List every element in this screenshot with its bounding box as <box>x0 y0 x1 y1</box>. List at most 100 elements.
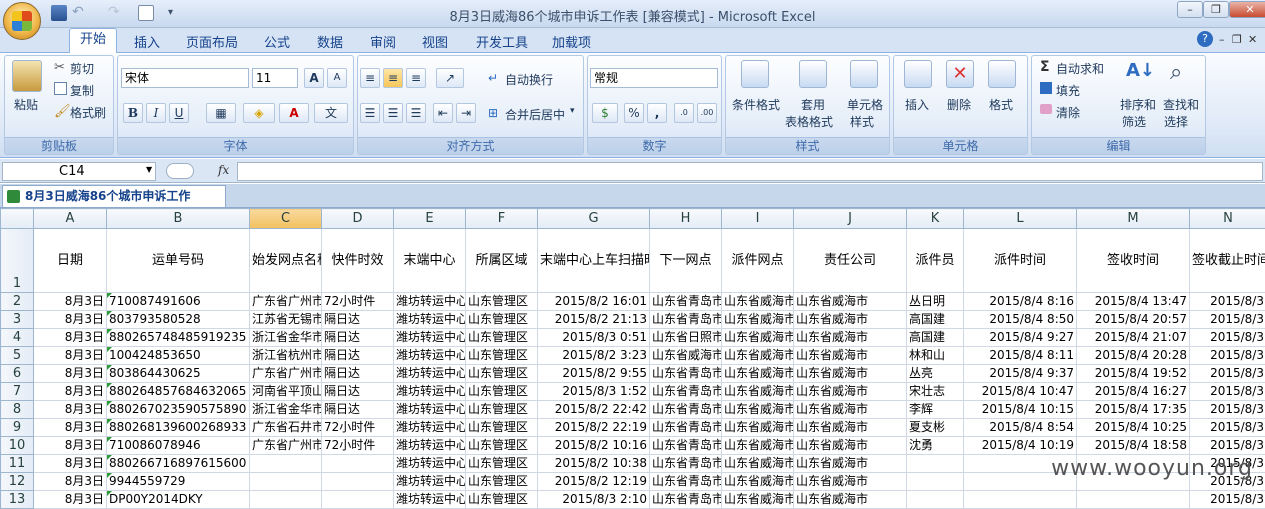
cell-e6[interactable]: 潍坊转运中心 <box>394 365 466 383</box>
autosum-button[interactable]: 自动求和 <box>1056 60 1104 77</box>
header-cell-e[interactable]: 末端中心 <box>394 229 466 293</box>
row-header[interactable]: 10 <box>1 437 34 455</box>
cell-m4[interactable]: 2015/8/4 21:07 <box>1077 329 1190 347</box>
cell-d12[interactable] <box>322 473 394 491</box>
cell-j11[interactable]: 山东省威海市 <box>794 455 907 473</box>
cell-l5[interactable]: 2015/8/4 8:11 <box>964 347 1077 365</box>
cell-i3[interactable]: 山东省威海市 <box>722 311 794 329</box>
cell-m5[interactable]: 2015/8/4 20:28 <box>1077 347 1190 365</box>
tab-formulas[interactable]: 公式 <box>264 32 290 51</box>
cell-m8[interactable]: 2015/8/4 17:35 <box>1077 401 1190 419</box>
column-header-m[interactable]: M <box>1077 209 1190 229</box>
cell-b6[interactable]: 803864430625 <box>107 365 250 383</box>
column-header-l[interactable]: L <box>964 209 1077 229</box>
cell-c7[interactable]: 河南省平顶山市 <box>250 383 322 401</box>
cell-m9[interactable]: 2015/8/4 10:25 <box>1077 419 1190 437</box>
cell-i9[interactable]: 山东省威海市 <box>722 419 794 437</box>
cell-k2[interactable]: 丛日明 <box>907 293 964 311</box>
cell-a5[interactable]: 8月3日 <box>34 347 107 365</box>
cell-i11[interactable]: 山东省威海市 <box>722 455 794 473</box>
cell-c6[interactable]: 广东省广州市 <box>250 365 322 383</box>
number-format-select[interactable]: 常规 <box>590 68 718 88</box>
font-color-icon[interactable]: A <box>279 103 309 123</box>
header-cell-d[interactable]: 快件时效 <box>322 229 394 293</box>
cell-g8[interactable]: 2015/8/2 22:42 <box>538 401 650 419</box>
cell-h10[interactable]: 山东省青岛市 <box>650 437 722 455</box>
cell-j8[interactable]: 山东省威海市 <box>794 401 907 419</box>
cell-a6[interactable]: 8月3日 <box>34 365 107 383</box>
cell-h2[interactable]: 山东省青岛市 <box>650 293 722 311</box>
cell-k7[interactable]: 宋壮志 <box>907 383 964 401</box>
cell-n10[interactable]: 2015/8/3 <box>1190 437 1265 455</box>
cell-i8[interactable]: 山东省威海市 <box>722 401 794 419</box>
tab-addins[interactable]: 加载项 <box>552 32 591 51</box>
paste-button[interactable]: 粘贴 <box>14 96 38 113</box>
cell-c2[interactable]: 广东省广州市 <box>250 293 322 311</box>
cell-f12[interactable]: 山东管理区 <box>466 473 538 491</box>
header-cell-j[interactable]: 责任公司 <box>794 229 907 293</box>
cell-g3[interactable]: 2015/8/2 21:13 <box>538 311 650 329</box>
cell-m3[interactable]: 2015/8/4 20:57 <box>1077 311 1190 329</box>
column-header-i[interactable]: I <box>722 209 794 229</box>
cell-g7[interactable]: 2015/8/3 1:52 <box>538 383 650 401</box>
tab-page-layout[interactable]: 页面布局 <box>186 32 238 51</box>
bold-button[interactable]: B <box>123 103 143 123</box>
cell-b11[interactable]: 880266716897615600 <box>107 455 250 473</box>
cell-g4[interactable]: 2015/8/3 0:51 <box>538 329 650 347</box>
cell-k11[interactable] <box>907 455 964 473</box>
cell-h6[interactable]: 山东省青岛市 <box>650 365 722 383</box>
cell-k5[interactable]: 林和山 <box>907 347 964 365</box>
cell-k8[interactable]: 李辉 <box>907 401 964 419</box>
tab-data[interactable]: 数据 <box>317 32 343 51</box>
cell-d7[interactable]: 隔日达 <box>322 383 394 401</box>
cell-e12[interactable]: 潍坊转运中心 <box>394 473 466 491</box>
tab-developer[interactable]: 开发工具 <box>476 32 528 51</box>
cell-i4[interactable]: 山东省威海市 <box>722 329 794 347</box>
column-header-e[interactable]: E <box>394 209 466 229</box>
grow-font-button[interactable]: A <box>304 68 324 88</box>
cell-h8[interactable]: 山东省青岛市 <box>650 401 722 419</box>
cell-b7[interactable]: 880264857684632065 <box>107 383 250 401</box>
cell-i5[interactable]: 山东省威海市 <box>722 347 794 365</box>
shrink-font-button[interactable]: A <box>327 68 347 88</box>
cell-j4[interactable]: 山东省威海市 <box>794 329 907 347</box>
cell-a11[interactable]: 8月3日 <box>34 455 107 473</box>
merge-center-button[interactable]: 合并后居中 <box>505 106 565 123</box>
cell-m10[interactable]: 2015/8/4 18:58 <box>1077 437 1190 455</box>
header-cell-k[interactable]: 派件员 <box>907 229 964 293</box>
cell-a8[interactable]: 8月3日 <box>34 401 107 419</box>
cell-c9[interactable]: 广东省石井市 <box>250 419 322 437</box>
font-name-select[interactable]: 宋体 <box>121 68 249 88</box>
cell-g12[interactable]: 2015/8/2 12:19 <box>538 473 650 491</box>
italic-button[interactable]: I <box>146 103 166 123</box>
align-top-icon[interactable]: ≡ <box>360 68 380 88</box>
currency-icon[interactable]: $ <box>592 103 618 123</box>
header-cell-m[interactable]: 签收时间 <box>1077 229 1190 293</box>
cell-c10[interactable]: 广东省广州市 <box>250 437 322 455</box>
cell-j6[interactable]: 山东省威海市 <box>794 365 907 383</box>
cell-a3[interactable]: 8月3日 <box>34 311 107 329</box>
cell-l9[interactable]: 2015/8/4 8:54 <box>964 419 1077 437</box>
cell-e11[interactable]: 潍坊转运中心 <box>394 455 466 473</box>
delete-cells-button[interactable]: 删除 <box>947 96 971 113</box>
sort-filter-button[interactable]: 排序和 <box>1120 96 1156 113</box>
cell-k6[interactable]: 丛亮 <box>907 365 964 383</box>
cell-m6[interactable]: 2015/8/4 19:52 <box>1077 365 1190 383</box>
cell-d11[interactable] <box>322 455 394 473</box>
font-size-select[interactable]: 11 <box>252 68 298 88</box>
minimize-button[interactable]: – <box>1177 1 1203 18</box>
cell-l6[interactable]: 2015/8/4 9:37 <box>964 365 1077 383</box>
column-header-b[interactable]: B <box>107 209 250 229</box>
cell-j12[interactable]: 山东省威海市 <box>794 473 907 491</box>
cell-h11[interactable]: 山东省青岛市 <box>650 455 722 473</box>
cell-b2[interactable]: 710087491606 <box>107 293 250 311</box>
cell-d5[interactable]: 隔日达 <box>322 347 394 365</box>
row-header[interactable]: 11 <box>1 455 34 473</box>
row-header[interactable]: 1 <box>1 229 34 293</box>
cell-f5[interactable]: 山东管理区 <box>466 347 538 365</box>
phonetic-icon[interactable]: 文 <box>314 103 348 123</box>
underline-button[interactable]: U <box>169 103 189 123</box>
cell-d3[interactable]: 隔日达 <box>322 311 394 329</box>
cell-l10[interactable]: 2015/8/4 10:19 <box>964 437 1077 455</box>
cell-b9[interactable]: 880268139600268933 <box>107 419 250 437</box>
